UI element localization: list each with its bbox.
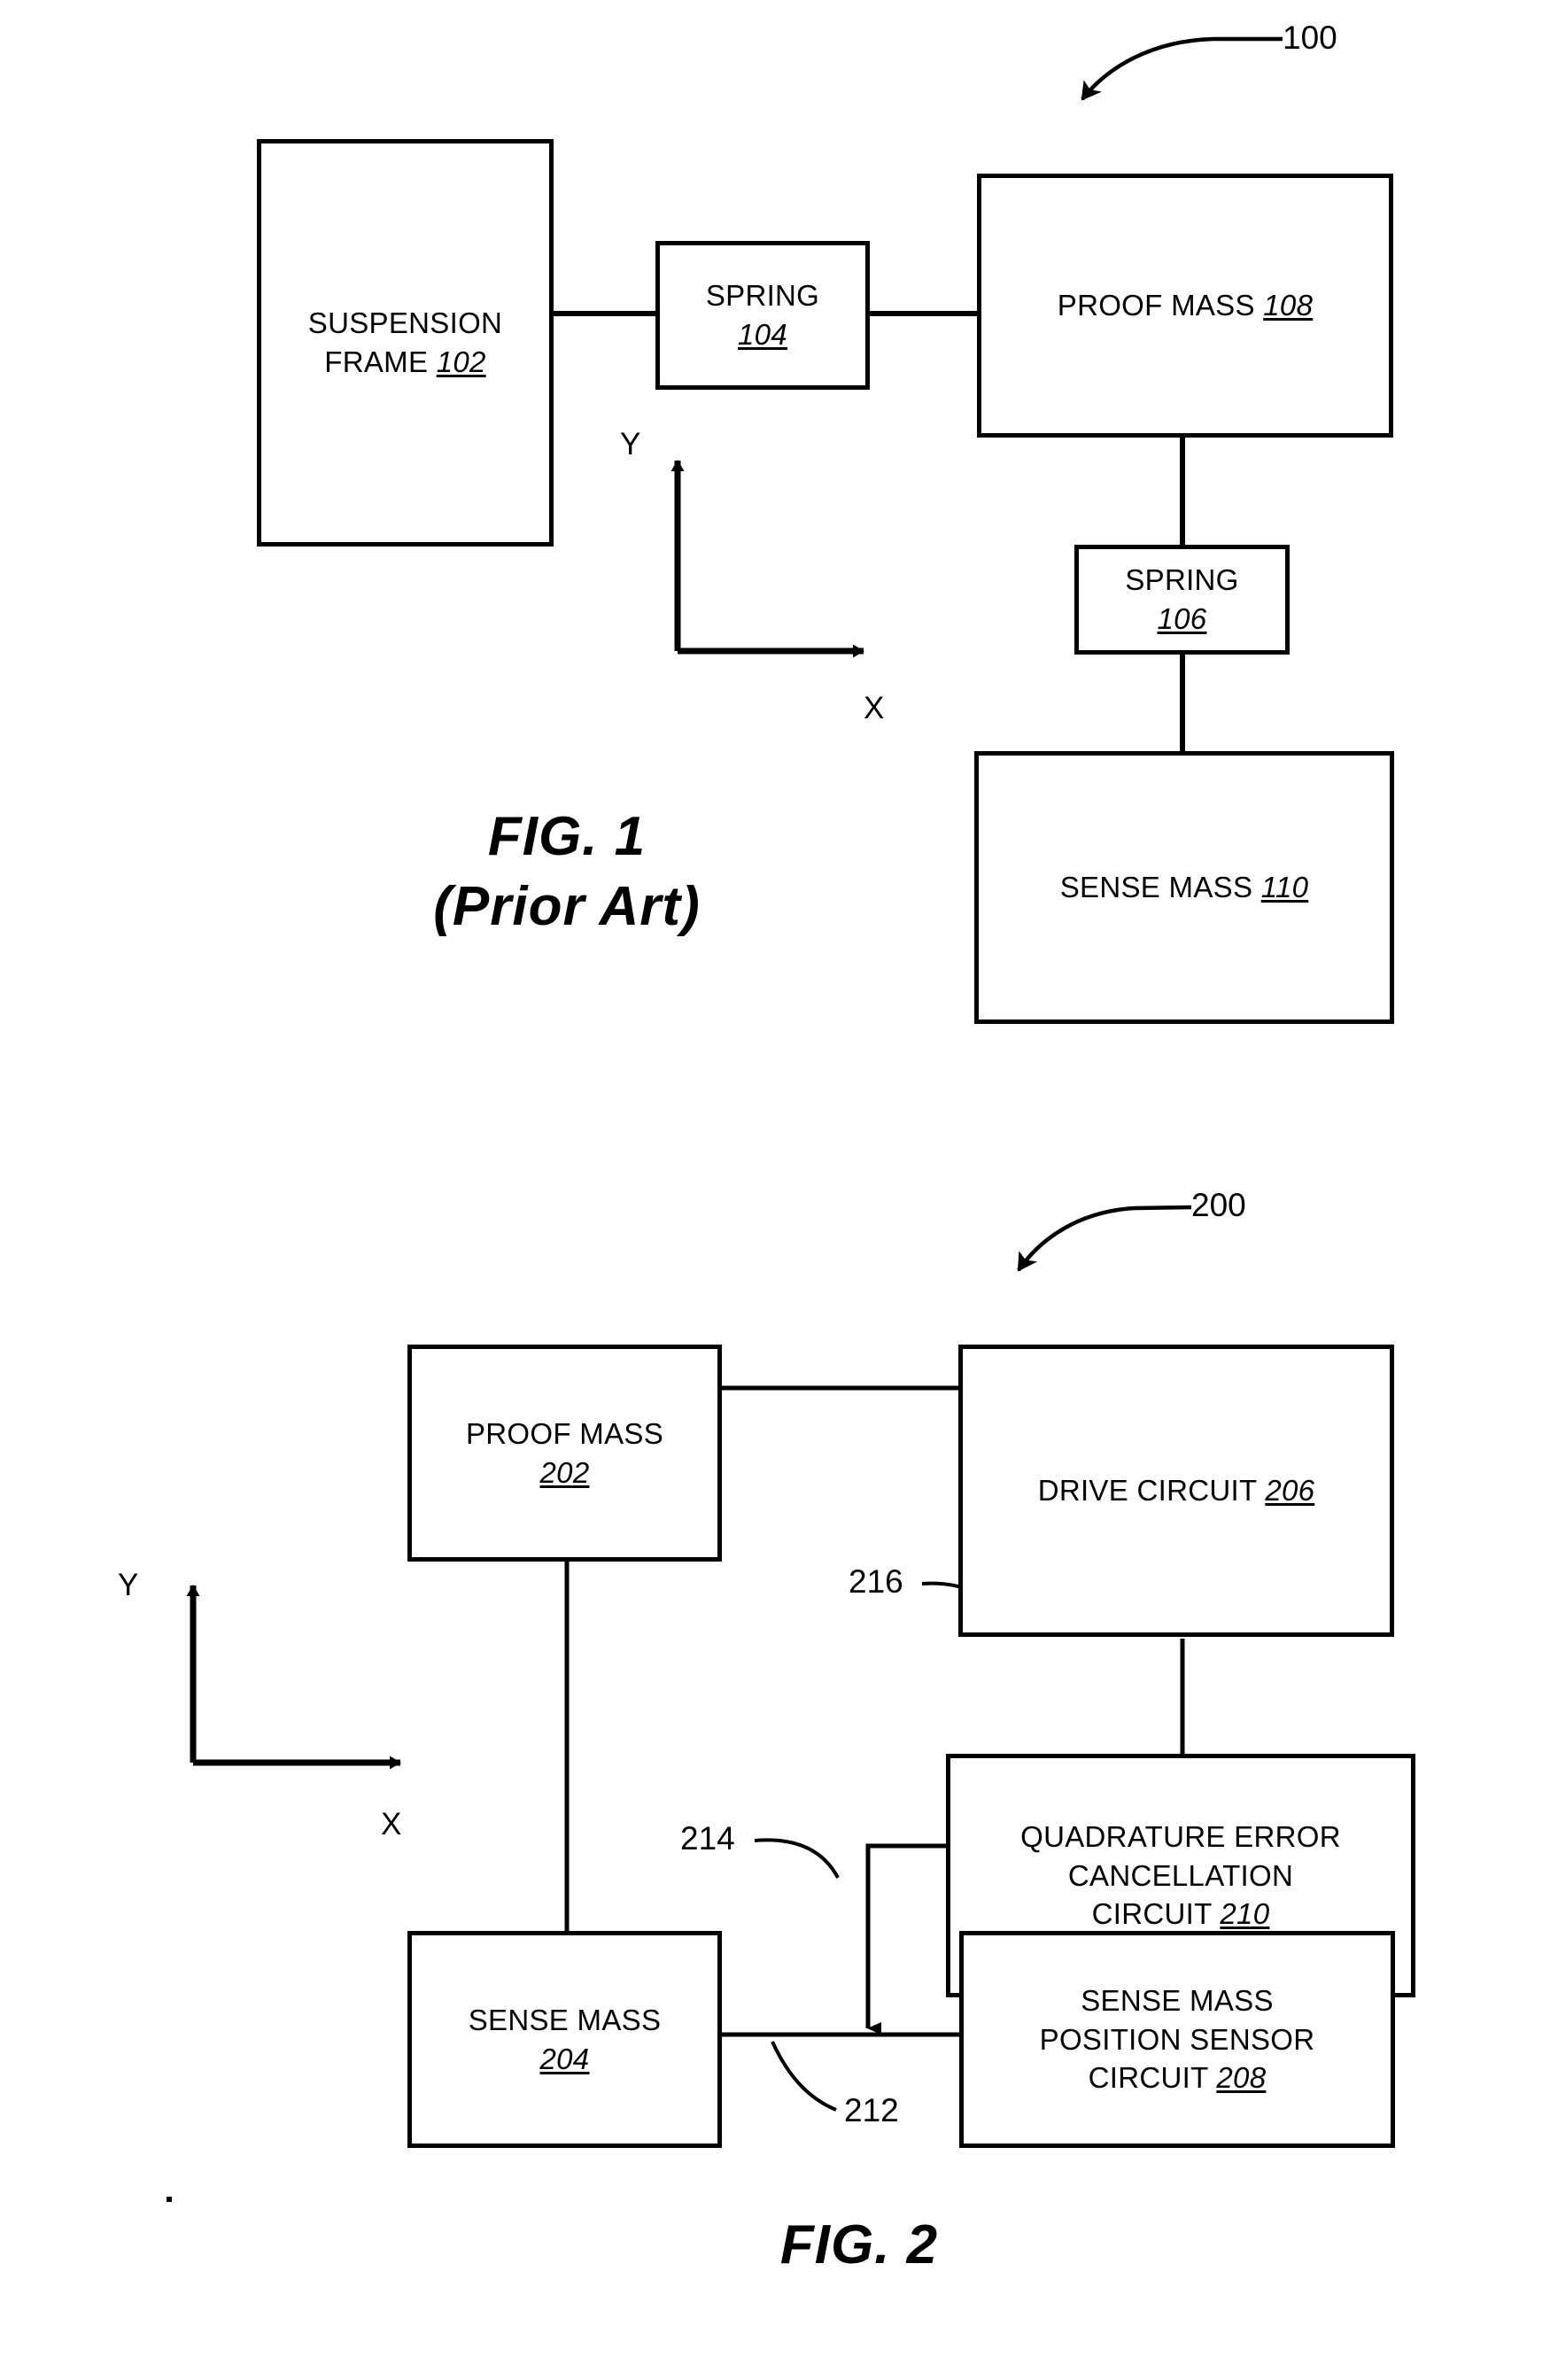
ref-202: 202 [539, 1455, 590, 1489]
node-sense-mass-position-sensor-circuit-208[interactable]: SENSE MASS POSITION SENSOR CIRCUIT 208 [959, 1931, 1395, 2148]
node-sense-mass-110-label: SENSE MASS 110 [1059, 871, 1309, 904]
fig1-axes [670, 460, 864, 658]
fig2-signal-label-214: 214 [680, 1820, 735, 1857]
fig2-lead-212 [771, 2041, 837, 2112]
node-spring-106[interactable]: SPRING 106 [1074, 545, 1290, 655]
fig2-axis-label-x: X [381, 1807, 402, 1841]
node-sense-mass-204[interactable]: SENSE MASS 204 [407, 1931, 722, 2148]
node-drive-circuit-206-label: DRIVE CIRCUIT 206 [1037, 1474, 1315, 1508]
page-speck [167, 2197, 172, 2202]
ref-106: 106 [1157, 602, 1207, 635]
ref-206: 206 [1265, 1474, 1315, 1508]
node-proof-mass-202[interactable]: PROOF MASS 202 [407, 1345, 722, 1562]
fig1-axis-label-y: Y [620, 427, 641, 461]
node-drive-circuit-206[interactable]: DRIVE CIRCUIT 206 [958, 1345, 1394, 1637]
fig2-reference-numeral-200: 200 [1191, 1187, 1246, 1223]
node-proof-mass-108[interactable]: PROOF MASS 108 [977, 174, 1393, 438]
fig1-caption: FIG. 1 (Prior Art) [433, 806, 701, 938]
fig2-caption: FIG. 2 [779, 2214, 939, 2275]
node-sense-mass-position-sensor-circuit-208-label: SENSE MASS POSITION SENSOR CIRCUIT 208 [1039, 1983, 1315, 2095]
node-quadrature-error-cancellation-circuit-210-label: QUADRATURE ERROR CANCELLATION CIRCUIT 21… [1020, 1819, 1341, 1931]
node-proof-mass-202-label: PROOF MASS 202 [465, 1416, 664, 1489]
node-spring-104-label: SPRING 104 [705, 279, 820, 351]
node-suspension-frame-label: SUSPENSION FRAME 102 [307, 306, 503, 378]
fig2-lead-line-200 [1017, 1205, 1192, 1272]
fig2-signal-label-216: 216 [849, 1563, 903, 1600]
node-spring-104[interactable]: SPRING 104 [655, 241, 870, 390]
node-sense-mass-204-label: SENSE MASS 204 [468, 2003, 662, 2075]
ref-104: 104 [738, 318, 787, 351]
fig1-axis-label-x: X [864, 691, 885, 725]
ref-110: 110 [1260, 871, 1309, 904]
fig2-signal-label-212: 212 [844, 2092, 899, 2128]
node-proof-mass-108-label: PROOF MASS 108 [1057, 289, 1314, 322]
ref-204: 204 [539, 2042, 590, 2075]
node-sense-mass-110[interactable]: SENSE MASS 110 [974, 751, 1394, 1024]
node-suspension-frame[interactable]: SUSPENSION FRAME 102 [257, 139, 554, 547]
ref-210: 210 [1220, 1897, 1270, 1931]
node-spring-106-label: SPRING 106 [1125, 563, 1239, 635]
ref-208: 208 [1216, 2061, 1267, 2095]
fig2-lead-214 [754, 1838, 840, 1879]
ref-108: 108 [1263, 289, 1314, 322]
ref-102: 102 [436, 345, 486, 378]
fig2-axes [186, 1585, 401, 1770]
fig1-reference-numeral-100: 100 [1283, 19, 1337, 56]
fig2-axis-label-y: Y [118, 1568, 139, 1602]
fig1-lead-line-100 [1081, 36, 1283, 101]
patent-figure-sheet: SUSPENSION FRAME 102 SPRING 104 PROOF MA… [0, 0, 1558, 2380]
